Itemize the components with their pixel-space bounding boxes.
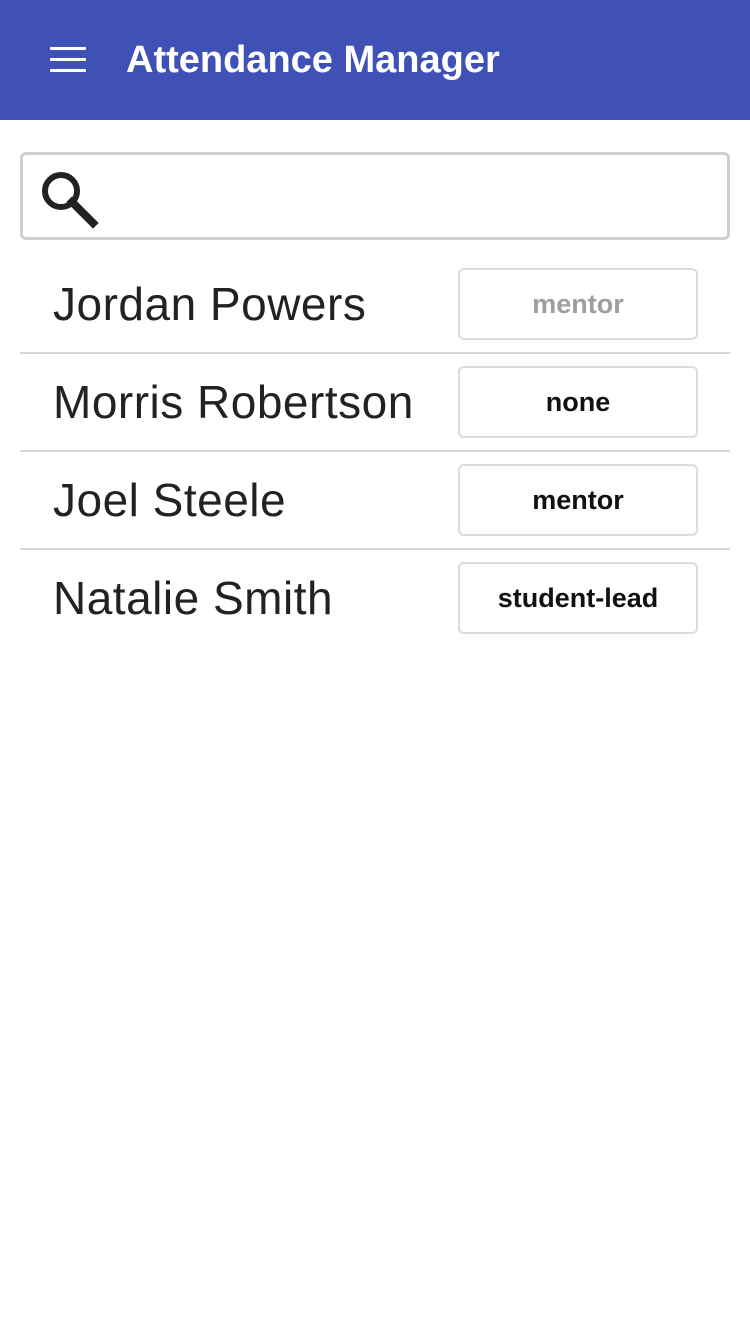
list-item[interactable]: Joel Steele mentor — [20, 450, 730, 548]
member-list: Jordan Powers mentor Morris Robertson no… — [20, 256, 730, 646]
hamburger-menu-icon[interactable] — [50, 47, 86, 74]
search-input[interactable] — [113, 165, 717, 229]
member-name: Joel Steele — [53, 474, 287, 526]
member-name: Morris Robertson — [53, 376, 414, 428]
role-button[interactable]: student-lead — [458, 562, 698, 634]
page-title: Attendance Manager — [126, 39, 500, 81]
role-button[interactable]: mentor — [458, 464, 698, 536]
app-bar: Attendance Manager — [0, 0, 750, 120]
role-button[interactable]: none — [458, 366, 698, 438]
member-name: Natalie Smith — [53, 572, 334, 624]
search-icon — [42, 172, 99, 229]
member-name: Jordan Powers — [53, 278, 367, 330]
list-item[interactable]: Natalie Smith student-lead — [20, 548, 730, 646]
list-item[interactable]: Jordan Powers mentor — [20, 256, 730, 352]
list-item[interactable]: Morris Robertson none — [20, 352, 730, 450]
role-button[interactable]: mentor — [458, 268, 698, 340]
search-bar[interactable] — [20, 152, 730, 240]
